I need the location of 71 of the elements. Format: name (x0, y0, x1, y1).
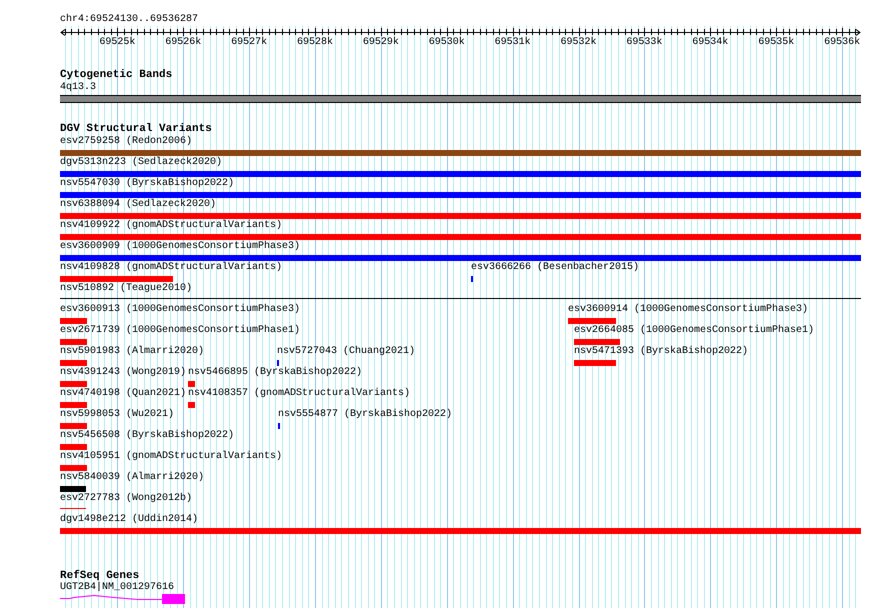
variant-label: nsv4109828 (gnomADStructuralVariants) (60, 263, 282, 273)
variant-label: nsv4105951 (gnomADStructuralVariants) (60, 452, 282, 462)
variant-label: nsv4740198 (Quan2021) (60, 389, 186, 399)
variant-label: dgv5313n223 (Sedlazeck2020) (60, 158, 222, 168)
variant-bar[interactable] (60, 423, 87, 429)
variant-label: nsv5901983 (Almarri2020) (60, 347, 204, 357)
tick-label: 69535k (758, 37, 794, 47)
location-label: chr4:69524130..69536287 (60, 15, 198, 25)
tick-label: 69526k (165, 37, 202, 47)
variant-bar[interactable] (60, 402, 87, 408)
tick-label: 69531k (494, 37, 531, 47)
variant-bar[interactable] (188, 402, 195, 408)
track-title: Cytogenetic Bands (60, 70, 172, 81)
gene-label: UGT2B4|NM_001297616 (60, 583, 174, 593)
track-title: DGV Structural Variants (60, 124, 212, 135)
tick-label: 69534k (692, 37, 728, 47)
variant-label: nsv5998053 (Wu2021) (60, 410, 174, 420)
variant-label: nsv5554877 (ByrskaBishop2022) (278, 410, 452, 420)
variant-bar[interactable] (188, 381, 195, 387)
variant-bar[interactable] (60, 150, 861, 156)
variant-bar[interactable] (574, 360, 616, 366)
tick-label: 69529k (362, 37, 399, 47)
variant-label: esv3600913 (1000GenomesConsortiumPhase3) (60, 305, 300, 315)
variant-bar[interactable] (60, 486, 86, 492)
tick-label: 69536k (824, 37, 860, 47)
variant-bar[interactable] (60, 318, 87, 324)
variant-label: esv2664085 (1000GenomesConsortiumPhase1) (574, 326, 814, 336)
variant-bar[interactable] (568, 318, 616, 324)
variant-bar[interactable] (60, 234, 861, 240)
variant-label: nsv5456508 (ByrskaBishop2022) (60, 431, 234, 441)
variant-bar[interactable] (60, 360, 87, 366)
variant-label: nsv6388094 (Sedlazeck2020) (60, 200, 216, 210)
band-bar[interactable] (60, 95, 861, 103)
variant-bar[interactable] (60, 192, 861, 198)
variant-label: nsv4391243 (Wong2019) (60, 368, 186, 378)
tick-label: 69533k (626, 37, 662, 47)
variant-label: nsv5466895 (ByrskaBishop2022) (188, 368, 362, 378)
variant-bar[interactable] (60, 381, 87, 387)
tick-label: 69532k (560, 37, 597, 47)
variant-label: esv3600914 (1000GenomesConsortiumPhase3) (568, 305, 808, 315)
variant-label: esv3600909 (1000GenomesConsortiumPhase3) (60, 242, 300, 252)
variant-bar[interactable] (60, 276, 173, 282)
variant-label: nsv4108357 (gnomADStructuralVariants) (188, 389, 410, 399)
variant-label: esv2671739 (1000GenomesConsortiumPhase1) (60, 326, 300, 336)
variant-label: nsv5471393 (ByrskaBishop2022) (574, 347, 748, 357)
variant-label: nsv5727043 (Chuang2021) (277, 347, 416, 357)
variant-bar[interactable] (60, 171, 861, 177)
variant-label: nsv510892 (Teague2010) (60, 284, 192, 294)
variant-line[interactable] (60, 508, 86, 509)
tick-label: 69530k (428, 37, 465, 47)
band-label: 4q13.3 (60, 83, 96, 93)
track-title: RefSeq Genes (60, 571, 140, 582)
variant-bar[interactable] (60, 465, 87, 471)
variant-label: nsv5840039 (Almarri2020) (60, 473, 204, 483)
variant-label: esv2759258 (Redon2006) (60, 137, 192, 147)
tick-label: 69525k (99, 37, 136, 47)
variant-bar[interactable] (60, 528, 861, 534)
tick-label: 69528k (296, 37, 333, 47)
tick-label: 69527k (231, 37, 268, 47)
variant-bar[interactable] (574, 339, 620, 345)
variant-bar[interactable] (60, 339, 87, 345)
variant-bar[interactable] (60, 255, 861, 261)
variant-bar[interactable] (60, 444, 87, 450)
variant-label: dgv1498e212 (Uddin2014) (60, 515, 198, 525)
variant-label: esv2727783 (Wong2012b) (60, 494, 192, 504)
variant-label: nsv5547030 (ByrskaBishop2022) (60, 179, 234, 189)
variant-line[interactable] (60, 298, 861, 299)
variant-label: esv3666266 (Besenbacher2015) (471, 263, 640, 273)
gene-model[interactable] (60, 594, 185, 604)
variant-label: nsv4109922 (gnomADStructuralVariants) (60, 221, 282, 231)
variant-bar[interactable] (60, 213, 861, 219)
